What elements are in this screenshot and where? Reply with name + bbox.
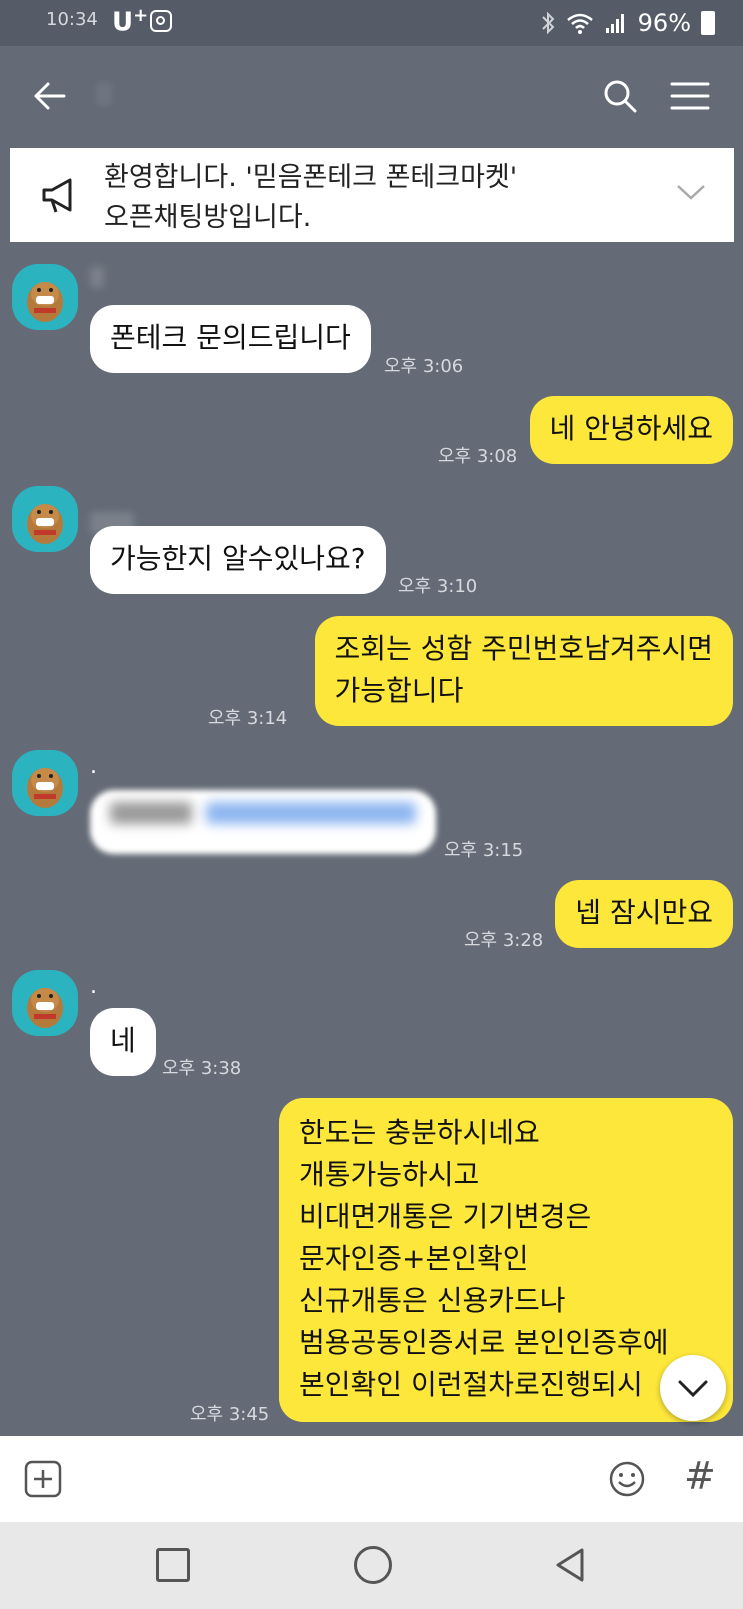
sender-name: . [90, 974, 97, 999]
message-line: 본인확인 이런절차로진행되시 [299, 1368, 643, 1401]
dog-avatar-icon [27, 768, 63, 808]
status-time: 10:34 [46, 9, 98, 30]
back-icon[interactable] [30, 76, 70, 116]
avatar[interactable] [12, 970, 78, 1036]
sender-name-blurred [90, 266, 104, 288]
plus-icon[interactable] [24, 1460, 62, 1498]
notice-text: 환영합니다. '믿음폰테크 폰테크마켓' 오픈채팅방입니다. [104, 158, 517, 238]
megaphone-icon [42, 178, 72, 213]
message-bubble-incoming-blurred[interactable] [90, 790, 436, 854]
signal-icon [605, 14, 624, 33]
message-time: 오후 3:08 [438, 446, 518, 467]
status-right: 96% [540, 9, 715, 37]
message-line: 문자인증+본인확인 [299, 1242, 529, 1275]
message-line: 가능합니다 [334, 674, 464, 707]
search-icon[interactable] [600, 76, 640, 116]
nav-back-icon[interactable] [552, 1546, 590, 1584]
message-time: 오후 3:15 [444, 840, 524, 861]
chevron-down-icon [678, 1380, 708, 1398]
message-line: 범용공동인증서로 본인인증후에 [299, 1326, 669, 1359]
message-time: 오후 3:38 [162, 1058, 242, 1079]
message-time: 오후 3:14 [208, 708, 288, 729]
message-bubble-incoming[interactable]: 폰테크 문의드립니다 [90, 305, 371, 373]
message-bubble-outgoing[interactable]: 넵 잠시만요 [555, 880, 733, 948]
message-bubble-outgoing[interactable]: 네 안녕하세요 [529, 396, 733, 464]
message-line: 개통가능하시고 [299, 1158, 480, 1191]
dog-avatar-icon [27, 282, 63, 322]
battery-icon [701, 11, 715, 35]
message-time: 오후 3:06 [384, 356, 464, 377]
notice-banner[interactable]: 환영합니다. '믿음폰테크 폰테크마켓' 오픈채팅방입니다. [10, 148, 734, 242]
wifi-icon [566, 13, 593, 34]
recents-icon[interactable] [156, 1548, 190, 1582]
dog-avatar-icon [27, 988, 63, 1028]
emoji-icon[interactable] [608, 1460, 646, 1498]
message-line: 한도는 충분하시네요 [299, 1116, 540, 1149]
chevron-down-icon[interactable] [676, 182, 706, 202]
battery-percent: 96% [637, 9, 691, 37]
carrier-label: U+ [112, 5, 149, 38]
message-line: 조회는 성함 주민번호남겨주시면 [334, 632, 713, 665]
bluetooth-icon [541, 11, 555, 35]
message-bubble-outgoing[interactable]: 조회는 성함 주민번호남겨주시면 가능합니다 [314, 616, 733, 726]
blurred-content [110, 802, 416, 824]
dog-avatar-icon [27, 504, 63, 544]
chat-header [0, 46, 743, 146]
message-time: 오후 3:28 [464, 930, 544, 951]
status-bar: 10:34 U+ 96% [0, 0, 743, 46]
room-title-blurred [96, 82, 112, 106]
scroll-to-bottom-button[interactable] [660, 1355, 726, 1421]
instagram-icon [150, 10, 172, 32]
message-bubble-incoming[interactable]: 네 [90, 1008, 156, 1076]
menu-icon[interactable] [668, 78, 712, 114]
notice-line-1: 환영합니다. '믿음폰테크 폰테크마켓' [104, 162, 518, 193]
system-nav-bar [0, 1522, 743, 1609]
message-bubble-incoming[interactable]: 가능한지 알수있나요? [90, 526, 386, 594]
message-line: 신규개통은 신용카드나 [299, 1284, 566, 1317]
message-time: 오후 3:45 [190, 1404, 270, 1425]
message-line: 비대면개통은 기기변경은 [299, 1200, 592, 1233]
hash-icon[interactable]: # [684, 1454, 716, 1498]
notice-line-2: 오픈채팅방입니다. [104, 202, 312, 233]
home-icon[interactable] [354, 1546, 392, 1584]
message-time: 오후 3:10 [398, 576, 478, 597]
message-input-bar[interactable]: # [0, 1436, 743, 1522]
avatar[interactable] [12, 264, 78, 330]
sender-name: . [90, 754, 97, 779]
avatar[interactable] [12, 750, 78, 816]
avatar[interactable] [12, 486, 78, 552]
